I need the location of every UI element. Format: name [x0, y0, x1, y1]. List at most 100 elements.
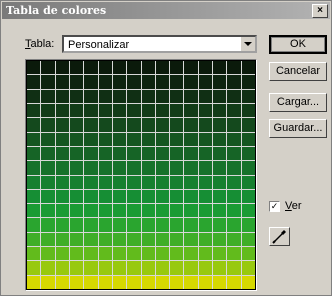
color-swatch[interactable]: [84, 132, 98, 146]
color-swatch[interactable]: [27, 161, 41, 175]
color-swatch[interactable]: [155, 232, 170, 247]
color-swatch[interactable]: [127, 204, 141, 218]
color-swatch[interactable]: [141, 218, 155, 232]
color-swatch[interactable]: [213, 118, 227, 132]
color-swatch[interactable]: [55, 161, 69, 175]
color-swatch[interactable]: [170, 204, 184, 218]
color-swatch[interactable]: [241, 204, 255, 218]
color-swatch[interactable]: [27, 175, 41, 189]
color-swatch[interactable]: [84, 261, 98, 275]
color-swatch[interactable]: [170, 247, 184, 261]
color-swatch[interactable]: [198, 61, 213, 75]
color-swatch[interactable]: [198, 146, 213, 161]
color-swatch[interactable]: [27, 61, 41, 75]
color-swatch[interactable]: [155, 103, 170, 118]
color-swatch[interactable]: [198, 161, 213, 175]
color-swatch[interactable]: [27, 189, 41, 204]
color-swatch[interactable]: [98, 204, 112, 218]
color-swatch[interactable]: [127, 189, 141, 204]
color-swatch[interactable]: [141, 103, 155, 118]
color-swatch[interactable]: [41, 204, 55, 218]
color-swatch[interactable]: [141, 118, 155, 132]
color-swatch[interactable]: [55, 75, 69, 89]
color-swatch[interactable]: [27, 261, 41, 275]
color-swatch[interactable]: [55, 189, 69, 204]
color-swatch[interactable]: [227, 232, 241, 247]
color-swatch[interactable]: [241, 189, 255, 204]
color-swatch[interactable]: [170, 61, 184, 75]
color-swatch[interactable]: [184, 61, 198, 75]
color-swatch[interactable]: [41, 247, 55, 261]
color-swatch[interactable]: [69, 247, 84, 261]
color-swatch[interactable]: [170, 175, 184, 189]
color-swatch[interactable]: [213, 247, 227, 261]
color-swatch[interactable]: [27, 218, 41, 232]
color-swatch[interactable]: [170, 161, 184, 175]
color-swatch[interactable]: [184, 132, 198, 146]
color-swatch[interactable]: [241, 132, 255, 146]
color-swatch[interactable]: [155, 75, 170, 89]
color-swatch[interactable]: [184, 161, 198, 175]
color-swatch[interactable]: [155, 161, 170, 175]
ok-button[interactable]: OK: [269, 35, 327, 54]
color-swatch[interactable]: [155, 89, 170, 103]
color-swatch[interactable]: [84, 161, 98, 175]
preview-checkbox[interactable]: ✓: [269, 201, 280, 212]
color-swatch[interactable]: [41, 232, 55, 247]
color-swatch[interactable]: [141, 204, 155, 218]
color-swatch[interactable]: [127, 175, 141, 189]
color-swatch[interactable]: [241, 146, 255, 161]
color-swatch[interactable]: [241, 118, 255, 132]
color-swatch[interactable]: [55, 175, 69, 189]
color-swatch[interactable]: [155, 275, 170, 289]
color-swatch[interactable]: [184, 204, 198, 218]
color-swatch[interactable]: [112, 118, 127, 132]
color-swatch[interactable]: [141, 146, 155, 161]
color-swatch[interactable]: [198, 103, 213, 118]
close-button[interactable]: ×: [312, 4, 328, 18]
color-swatch[interactable]: [170, 218, 184, 232]
color-swatch[interactable]: [141, 247, 155, 261]
color-swatch[interactable]: [98, 161, 112, 175]
color-swatch[interactable]: [227, 61, 241, 75]
color-swatch[interactable]: [227, 118, 241, 132]
color-swatch[interactable]: [112, 232, 127, 247]
color-swatch[interactable]: [69, 175, 84, 189]
color-swatch[interactable]: [141, 161, 155, 175]
color-swatch[interactable]: [241, 247, 255, 261]
color-swatch[interactable]: [98, 218, 112, 232]
color-swatch[interactable]: [141, 61, 155, 75]
color-swatch[interactable]: [227, 103, 241, 118]
color-swatch[interactable]: [198, 132, 213, 146]
color-swatch[interactable]: [127, 75, 141, 89]
color-swatch[interactable]: [84, 204, 98, 218]
color-swatch[interactable]: [55, 275, 69, 289]
color-swatch[interactable]: [170, 261, 184, 275]
color-swatch[interactable]: [241, 61, 255, 75]
color-swatch[interactable]: [127, 161, 141, 175]
color-swatch[interactable]: [41, 103, 55, 118]
color-swatch[interactable]: [155, 247, 170, 261]
color-swatch[interactable]: [55, 118, 69, 132]
color-swatch[interactable]: [213, 261, 227, 275]
save-button[interactable]: Guardar...: [269, 119, 327, 138]
load-button[interactable]: Cargar...: [269, 93, 327, 112]
color-swatch[interactable]: [55, 232, 69, 247]
color-swatch[interactable]: [184, 247, 198, 261]
color-grid[interactable]: [27, 61, 255, 289]
color-swatch[interactable]: [84, 189, 98, 204]
color-swatch[interactable]: [170, 118, 184, 132]
eyedropper-button[interactable]: [269, 227, 290, 246]
color-swatch[interactable]: [184, 146, 198, 161]
color-swatch[interactable]: [27, 118, 41, 132]
color-swatch[interactable]: [241, 103, 255, 118]
color-swatch[interactable]: [112, 75, 127, 89]
color-swatch[interactable]: [84, 175, 98, 189]
color-swatch[interactable]: [112, 89, 127, 103]
color-swatch[interactable]: [227, 146, 241, 161]
color-swatch[interactable]: [198, 232, 213, 247]
color-swatch[interactable]: [127, 275, 141, 289]
color-swatch[interactable]: [55, 261, 69, 275]
color-swatch[interactable]: [98, 118, 112, 132]
color-swatch[interactable]: [112, 247, 127, 261]
